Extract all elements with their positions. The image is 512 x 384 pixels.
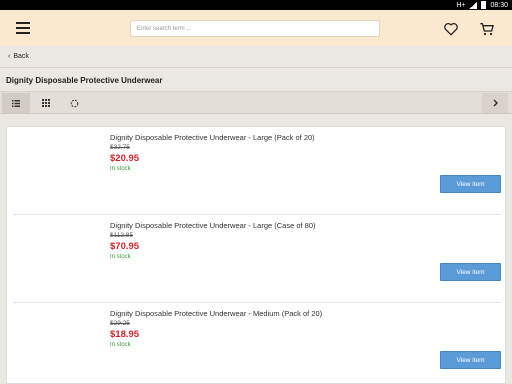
- clock: 08:30: [490, 1, 508, 9]
- signal-icon: [469, 1, 478, 9]
- search-input[interactable]: Enter search term ...: [130, 20, 380, 37]
- view-item-button[interactable]: View item: [440, 175, 501, 193]
- status-bar: H+ 08:30: [0, 0, 512, 10]
- stock-status: In stock: [110, 166, 131, 172]
- grid-view-button[interactable]: [32, 93, 60, 113]
- view-item-button[interactable]: View item: [440, 263, 501, 281]
- old-price: $112.85: [110, 232, 134, 239]
- cart-icon[interactable]: [479, 21, 495, 37]
- chevron-left-icon: ‹: [8, 53, 11, 60]
- product-list: Dignity Disposable Protective Underwear …: [6, 126, 506, 384]
- price: $18.95: [110, 329, 140, 340]
- title-bar: Dignity Disposable Protective Underwear: [0, 68, 512, 92]
- price: $70.95: [110, 241, 140, 252]
- product-name[interactable]: Dignity Disposable Protective Underwear …: [110, 133, 315, 142]
- view-item-button[interactable]: View item: [440, 351, 501, 369]
- back-button[interactable]: ‹ Back: [8, 53, 29, 60]
- refresh-button[interactable]: [60, 93, 88, 113]
- stock-status: In stock: [110, 342, 131, 348]
- chevron-right-icon: [493, 99, 498, 107]
- app-header: Enter search term ...: [0, 10, 512, 46]
- list-view-button[interactable]: [2, 93, 30, 113]
- refresh-icon: [70, 99, 78, 107]
- old-price: $32.75: [110, 144, 130, 151]
- product-item[interactable]: Dignity Disposable Protective Underwear …: [7, 303, 505, 383]
- heart-icon[interactable]: [443, 22, 459, 36]
- stock-status: In stock: [110, 254, 131, 260]
- product-name[interactable]: Dignity Disposable Protective Underwear …: [110, 309, 322, 318]
- page-title: Dignity Disposable Protective Underwear: [6, 76, 163, 85]
- battery-icon: [481, 1, 487, 9]
- price: $20.95: [110, 153, 140, 164]
- back-label: Back: [13, 53, 29, 60]
- old-price: $29.25: [110, 320, 130, 327]
- back-bar: ‹ Back: [0, 46, 512, 68]
- grid-icon: [42, 99, 50, 107]
- product-item[interactable]: Dignity Disposable Protective Underwear …: [7, 127, 505, 215]
- network-type: H+: [456, 1, 466, 9]
- view-toolbar: [0, 92, 512, 114]
- menu-icon[interactable]: [16, 22, 30, 34]
- list-icon: [12, 99, 20, 107]
- product-item[interactable]: Dignity Disposable Protective Underwear …: [7, 215, 505, 303]
- product-name[interactable]: Dignity Disposable Protective Underwear …: [110, 221, 316, 230]
- next-button[interactable]: [482, 93, 508, 113]
